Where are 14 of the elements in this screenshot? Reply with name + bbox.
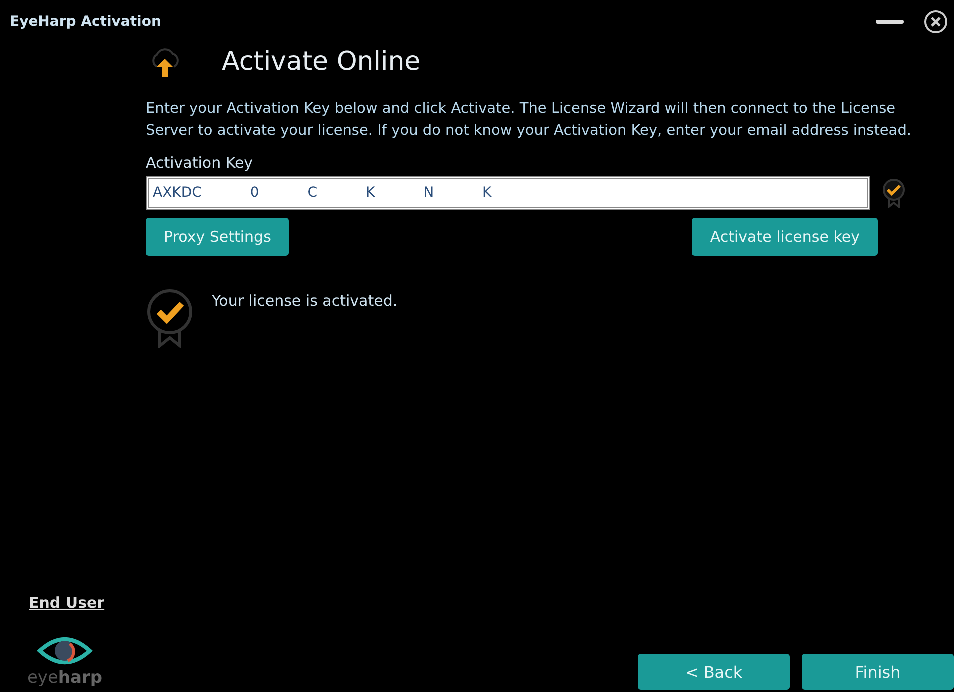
window-title: EyeHarp Activation xyxy=(10,14,162,30)
proxy-settings-button[interactable]: Proxy Settings xyxy=(146,218,290,256)
instructions-text: Enter your Activation Key below and click Activate. The License Wizard will then connect to the License Server to activate your license. If you do not know your Activation Key, enter your email address instead. xyxy=(146,100,913,141)
back-button[interactable]: < Back xyxy=(638,654,790,690)
close-icon[interactable] xyxy=(924,10,948,34)
activation-key-field[interactable]: AXKDC 0 C K N K xyxy=(146,176,870,210)
activate-button[interactable]: Activate license key xyxy=(692,218,878,256)
minimize-icon[interactable] xyxy=(876,20,904,24)
end-user-link[interactable]: End User xyxy=(29,594,105,612)
finish-button[interactable]: Finish xyxy=(802,654,954,690)
field-label: Activation Key xyxy=(146,154,254,172)
logo-wordmark: eyeharp xyxy=(27,668,103,688)
page-heading: Activate Online xyxy=(222,47,421,77)
status-message: Your license is activated. xyxy=(212,292,398,310)
